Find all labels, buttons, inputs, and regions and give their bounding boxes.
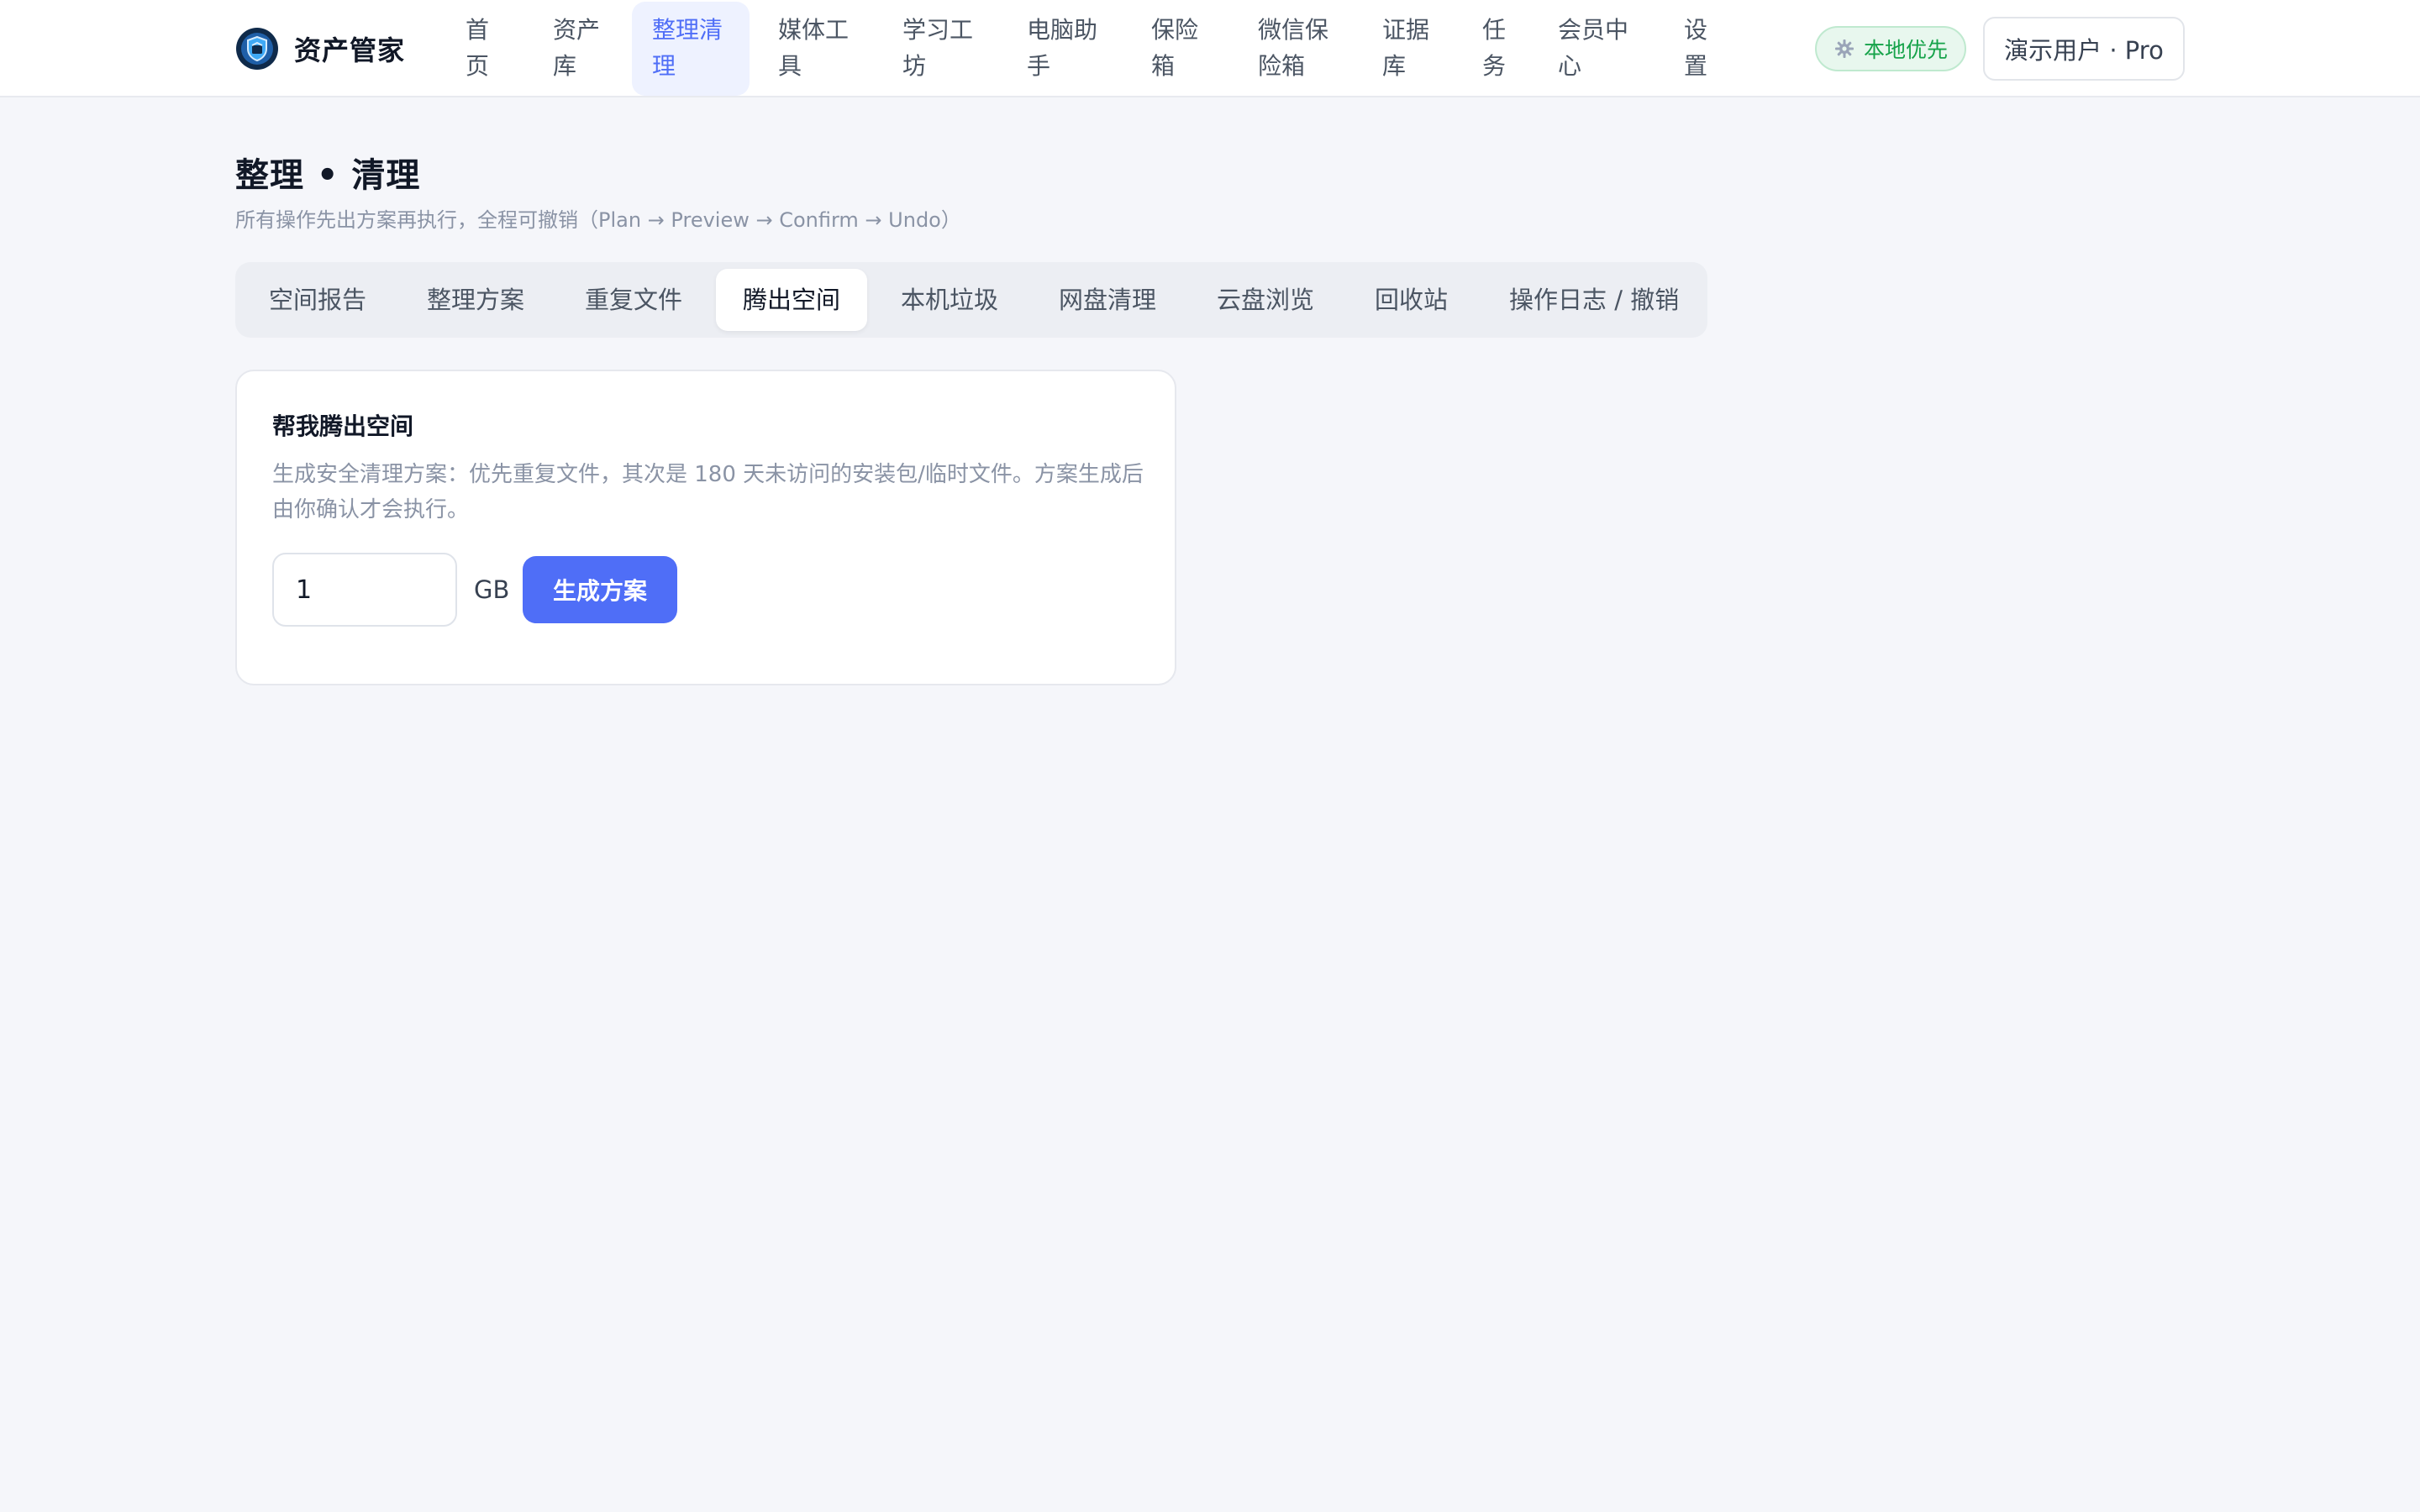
tab-organize-plan[interactable]: 整理方案 <box>400 269 551 331</box>
tab-local-junk[interactable]: 本机垃圾 <box>874 269 1025 331</box>
nav-item-wechat-vault[interactable]: 微信保险箱 <box>1238 2 1355 96</box>
nav-item-learning-workshop[interactable]: 学习工坊 <box>882 2 1000 96</box>
gear-icon <box>1834 39 1854 58</box>
free-space-description: 生成安全清理方案：优先重复文件，其次是 180 天未访问的安装包/临时文件。方案… <box>272 462 1144 522</box>
brand-name: 资产管家 <box>294 34 406 66</box>
tab-cloud-browse[interactable]: 云盘浏览 <box>1190 269 1341 331</box>
page-title: 整理 • 清理 <box>235 156 421 195</box>
tab-cloud-cleanup[interactable]: 网盘清理 <box>1032 269 1183 331</box>
space-amount-input[interactable] <box>272 553 457 627</box>
nav-item-vault[interactable]: 保险箱 <box>1131 2 1223 96</box>
nav-item-tasks[interactable]: 任务 <box>1462 2 1531 96</box>
free-space-card: 帮我腾出空间 生成安全清理方案：优先重复文件，其次是 180 天未访问的安装包/… <box>235 370 1176 685</box>
free-space-title: 帮我腾出空间 <box>272 412 414 440</box>
top-bar: 资产管家 首页 资产库 整理清理 媒体工具 学习工坊 电脑助手 保险箱 微信保险… <box>0 0 2420 97</box>
local-first-badge: 本地优先 <box>1815 26 1966 71</box>
nav-item-home[interactable]: 首页 <box>445 2 514 96</box>
nav-item-asset-library[interactable]: 资产库 <box>533 2 625 96</box>
tab-operation-log-undo[interactable]: 操作日志 / 撤销 <box>1482 269 1706 331</box>
nav-item-organize-clean[interactable]: 整理清理 <box>632 2 750 96</box>
brand[interactable]: 资产管家 <box>235 25 405 72</box>
nav-item-media-tools[interactable]: 媒体工具 <box>758 2 876 96</box>
user-account-button[interactable]: 演示用户 · Pro <box>1983 17 2185 81</box>
nav-item-settings[interactable]: 设置 <box>1664 2 1733 96</box>
nav-item-membership[interactable]: 会员中心 <box>1538 2 1655 96</box>
nav-item-evidence-library[interactable]: 证据库 <box>1362 2 1455 96</box>
tab-recycle-bin[interactable]: 回收站 <box>1348 269 1475 331</box>
section-tabs: 空间报告 整理方案 重复文件 腾出空间 本机垃圾 网盘清理 云盘浏览 回收站 操… <box>235 262 1707 338</box>
tab-duplicate-files[interactable]: 重复文件 <box>558 269 709 331</box>
page-subtitle: 所有操作先出方案再执行，全程可撤销（Plan → Preview → Confi… <box>235 208 961 232</box>
shield-box-icon <box>236 28 278 70</box>
local-first-label: 本地优先 <box>1863 38 1948 62</box>
nav-item-pc-assistant[interactable]: 电脑助手 <box>1007 2 1124 96</box>
generate-plan-button[interactable]: 生成方案 <box>523 556 677 623</box>
tab-free-space[interactable]: 腾出空间 <box>716 269 868 331</box>
tab-space-report[interactable]: 空间报告 <box>242 269 393 331</box>
space-unit-label: GB <box>474 575 510 604</box>
